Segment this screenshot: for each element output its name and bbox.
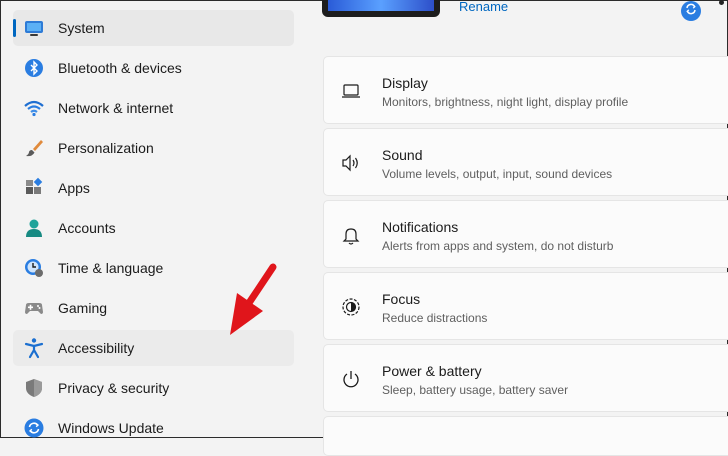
sidebar-item-label: Time & language: [58, 260, 164, 276]
sidebar-item-accessibility[interactable]: Accessibility: [13, 330, 294, 366]
sidebar-item-network[interactable]: Network & internet: [13, 90, 294, 126]
sidebar-item-label: Network & internet: [58, 100, 174, 116]
monitor-icon: [23, 17, 45, 39]
bell-icon: [340, 224, 362, 246]
sidebar-item-label: Gaming: [58, 300, 108, 316]
accessibility-icon: [23, 337, 45, 359]
card-subtitle: Volume levels, output, input, sound devi…: [382, 167, 613, 181]
sync-icon: [684, 2, 698, 21]
sidebar-item-label: System: [58, 20, 105, 36]
sidebar-item-label: Personalization: [58, 140, 154, 156]
shield-icon: [23, 377, 45, 399]
sidebar-item-time-language[interactable]: Time & language: [13, 250, 294, 286]
card-title: Notifications: [382, 219, 459, 235]
focus-icon: [340, 296, 362, 318]
rename-link[interactable]: Rename: [459, 0, 508, 14]
sidebar-item-label: Accounts: [58, 220, 116, 236]
wifi-icon: [23, 97, 45, 119]
brush-icon: [23, 137, 45, 159]
more-options-icon[interactable]: [719, 0, 724, 5]
sidebar-item-label: Bluetooth & devices: [58, 60, 182, 76]
card-display[interactable]: Display Monitors, brightness, night ligh…: [323, 56, 728, 124]
card-subtitle: Reduce distractions: [382, 311, 488, 325]
clock-globe-icon: [23, 257, 45, 279]
selection-indicator: [13, 19, 16, 37]
card-title: Display: [382, 75, 428, 91]
card-subtitle: Sleep, battery usage, battery saver: [382, 383, 569, 397]
person-icon: [23, 217, 45, 239]
bluetooth-icon: [23, 57, 45, 79]
sidebar-item-windows-update[interactable]: Windows Update: [13, 410, 294, 446]
power-icon: [340, 368, 362, 390]
update-icon: [23, 417, 45, 439]
sync-button[interactable]: [681, 1, 701, 21]
card-subtitle: Monitors, brightness, night light, displ…: [382, 95, 629, 109]
sidebar-item-apps[interactable]: Apps: [13, 170, 294, 206]
card-power-battery[interactable]: Power & battery Sleep, battery usage, ba…: [323, 344, 728, 412]
sidebar-item-label: Apps: [58, 180, 90, 196]
gamepad-icon: [23, 297, 45, 319]
sidebar-item-label: Privacy & security: [58, 380, 170, 396]
sidebar-item-gaming[interactable]: Gaming: [13, 290, 294, 326]
card-next-partial[interactable]: [323, 416, 728, 456]
main-content: Rename Display Monitors, brightness, nig…: [301, 0, 728, 456]
card-title: Sound: [382, 147, 423, 163]
laptop-icon: [340, 80, 362, 102]
sidebar-item-personalization[interactable]: Personalization: [13, 130, 294, 166]
apps-icon: [23, 177, 45, 199]
device-wallpaper: [328, 0, 434, 11]
sidebar-item-label: Windows Update: [58, 420, 164, 436]
sidebar-item-privacy-security[interactable]: Privacy & security: [13, 370, 294, 406]
sidebar-item-accounts[interactable]: Accounts: [13, 210, 294, 246]
sidebar-nav: System Bluetooth & devices Network & int…: [1, 1, 301, 439]
device-thumbnail: [322, 0, 440, 17]
card-subtitle: Alerts from apps and system, do not dist…: [382, 239, 614, 253]
card-title: Power & battery: [382, 363, 482, 379]
sidebar-item-bluetooth[interactable]: Bluetooth & devices: [13, 50, 294, 86]
card-focus[interactable]: Focus Reduce distractions: [323, 272, 728, 340]
sidebar-item-label: Accessibility: [58, 340, 135, 356]
card-notifications[interactable]: Notifications Alerts from apps and syste…: [323, 200, 728, 268]
sidebar-item-system[interactable]: System: [13, 10, 294, 46]
card-sound[interactable]: Sound Volume levels, output, input, soun…: [323, 128, 728, 196]
card-title: Focus: [382, 291, 421, 307]
speaker-icon: [340, 152, 362, 174]
